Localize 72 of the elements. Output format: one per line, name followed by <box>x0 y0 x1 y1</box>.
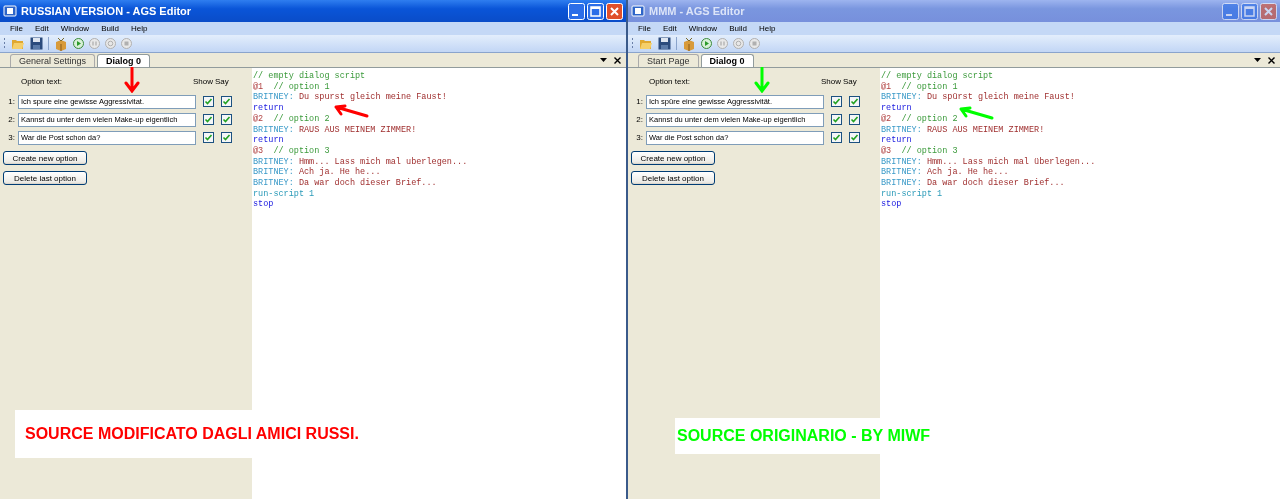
option-button[interactable]: Create new option <box>3 151 87 165</box>
caption-label: SOURCE ORIGINARIO - BY MIWF <box>675 418 933 454</box>
show-checkbox[interactable] <box>203 132 214 143</box>
arrow <box>958 106 994 120</box>
code-line: return <box>881 103 912 114</box>
close-button[interactable] <box>606 2 623 20</box>
tab[interactable]: General Settings <box>10 54 96 67</box>
window-title: MMM - AGS Editor <box>649 5 746 17</box>
code-line: run-script 1 <box>881 188 943 200</box>
code-line: stop <box>881 199 902 211</box>
show-checkbox[interactable] <box>203 114 214 125</box>
dropdown-icon[interactable] <box>600 58 607 62</box>
code-line: @1 // option 1 <box>881 81 958 93</box>
say-checkbox[interactable] <box>221 96 232 107</box>
code-line: @1 // option 1 <box>253 81 330 93</box>
option-number: 2: <box>635 115 643 124</box>
say-checkbox[interactable] <box>221 132 232 143</box>
code-line: BRITNEY: Du spurst gleich meine Faust! <box>253 92 447 104</box>
toolbar-grip-icon <box>631 36 634 51</box>
menu-item[interactable]: Help <box>130 24 148 33</box>
code-line: BRITNEY: RAUS AUS MEINEM ZIMMER! <box>881 124 1045 136</box>
window-icon <box>3 4 17 18</box>
code-line: BRITNEY: Da war doch dieser Brief... <box>253 178 437 189</box>
option-number: 1: <box>7 97 15 106</box>
close-icon[interactable] <box>614 56 621 64</box>
option-number: 2: <box>7 115 15 124</box>
say-checkbox[interactable] <box>221 114 232 125</box>
code-line: BRITNEY: Ach ja. He he... <box>253 167 381 178</box>
play-icon[interactable] <box>73 38 84 49</box>
option-number: 1: <box>635 97 643 106</box>
column-label: Option text: <box>20 76 63 86</box>
code-line: BRITNEY: Du spürst gleich meine Faust! <box>881 92 1075 104</box>
code-line: return <box>881 135 912 146</box>
column-label: Option text: <box>648 76 691 86</box>
column-label: Show <box>821 76 842 86</box>
code-line: // empty dialog script <box>253 71 366 82</box>
code-line: BRITNEY: Hmm... Lass mich mal überlegen... <box>881 156 1096 167</box>
code-line: BRITNEY: Da war doch dieser Brief... <box>881 178 1065 189</box>
show-checkbox[interactable] <box>203 96 214 107</box>
minimize-button[interactable] <box>568 2 585 20</box>
code-line: BRITNEY: Hmm... Lass mich mal uberlegen... <box>253 156 468 167</box>
option-number: 3: <box>635 133 643 142</box>
maximize-button[interactable] <box>587 2 604 20</box>
arrow <box>124 67 140 93</box>
code-line: // empty dialog script <box>881 71 994 82</box>
code-line: return <box>253 103 284 114</box>
code-line: return <box>253 135 284 146</box>
toolbar-grip-icon <box>3 36 6 51</box>
save-icon[interactable] <box>30 37 43 50</box>
code-line: BRITNEY: RAUS AUS MEINEM ZIMMER! <box>253 124 417 136</box>
code-line: run-script 1 <box>253 188 315 200</box>
code-line: @2 // option 2 <box>253 113 330 125</box>
code-line: BRITNEY: Ach ja. He he... <box>881 167 1009 178</box>
menu-item[interactable]: File <box>10 24 23 33</box>
menu-item[interactable]: Build <box>101 24 119 33</box>
window-icon <box>631 4 645 18</box>
menu-item[interactable]: Window <box>60 24 90 33</box>
code-line: @2 // option 2 <box>881 113 958 125</box>
code-line: @3 // option 3 <box>253 145 330 157</box>
package-icon[interactable] <box>54 36 68 51</box>
arrow <box>333 104 369 118</box>
tab[interactable]: Dialog 0 <box>97 54 151 67</box>
column-label: Show <box>193 76 214 86</box>
option-button[interactable]: Delete last option <box>3 171 87 185</box>
code-line: @3 // option 3 <box>881 145 958 157</box>
column-label: Say <box>215 76 230 86</box>
column-label: Say <box>843 76 858 86</box>
window-title: RUSSIAN VERSION - AGS Editor <box>21 5 193 17</box>
option-number: 3: <box>7 133 15 142</box>
arrow <box>754 67 770 93</box>
menu-item[interactable]: Edit <box>34 24 49 33</box>
code-line: stop <box>253 199 274 211</box>
